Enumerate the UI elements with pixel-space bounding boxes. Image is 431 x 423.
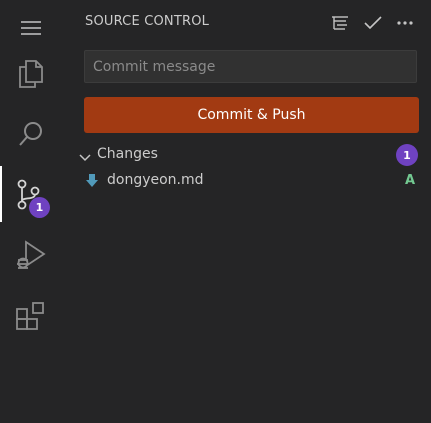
panel-header: SOURCE CONTROL xyxy=(61,0,431,44)
markdown-file-icon xyxy=(85,173,99,193)
view-as-tree-icon[interactable] xyxy=(329,12,351,34)
changes-group-header[interactable]: Changes 1 xyxy=(61,143,431,167)
source-control-badge: 1 xyxy=(29,197,50,218)
changes-label: Changes xyxy=(97,146,158,162)
file-name: dongyeon.md xyxy=(107,172,204,188)
explorer-button[interactable] xyxy=(0,46,61,102)
extensions-button[interactable] xyxy=(0,288,61,344)
activity-bar: 1 xyxy=(0,0,61,423)
run-debug-button[interactable] xyxy=(0,227,61,283)
source-control-panel: SOURCE CONTROL Commit & Push Changes 1 d… xyxy=(61,0,431,423)
check-icon[interactable] xyxy=(362,12,384,34)
hamburger-menu-icon xyxy=(20,19,42,37)
changes-count-badge: 1 xyxy=(396,144,418,166)
run-debug-icon xyxy=(15,240,47,270)
changed-file-row[interactable]: dongyeon.md A xyxy=(61,170,431,192)
commit-and-push-button[interactable]: Commit & Push xyxy=(84,97,419,133)
more-actions-icon[interactable] xyxy=(394,12,416,34)
source-control-button[interactable]: 1 xyxy=(0,166,61,222)
search-icon xyxy=(17,120,45,148)
file-status-added: A xyxy=(405,173,416,188)
panel-title: SOURCE CONTROL xyxy=(85,14,210,29)
search-button[interactable] xyxy=(0,106,61,162)
files-icon xyxy=(17,59,45,89)
chevron-down-icon xyxy=(78,148,92,167)
extensions-icon xyxy=(15,300,47,332)
commit-message-input[interactable] xyxy=(84,50,417,83)
